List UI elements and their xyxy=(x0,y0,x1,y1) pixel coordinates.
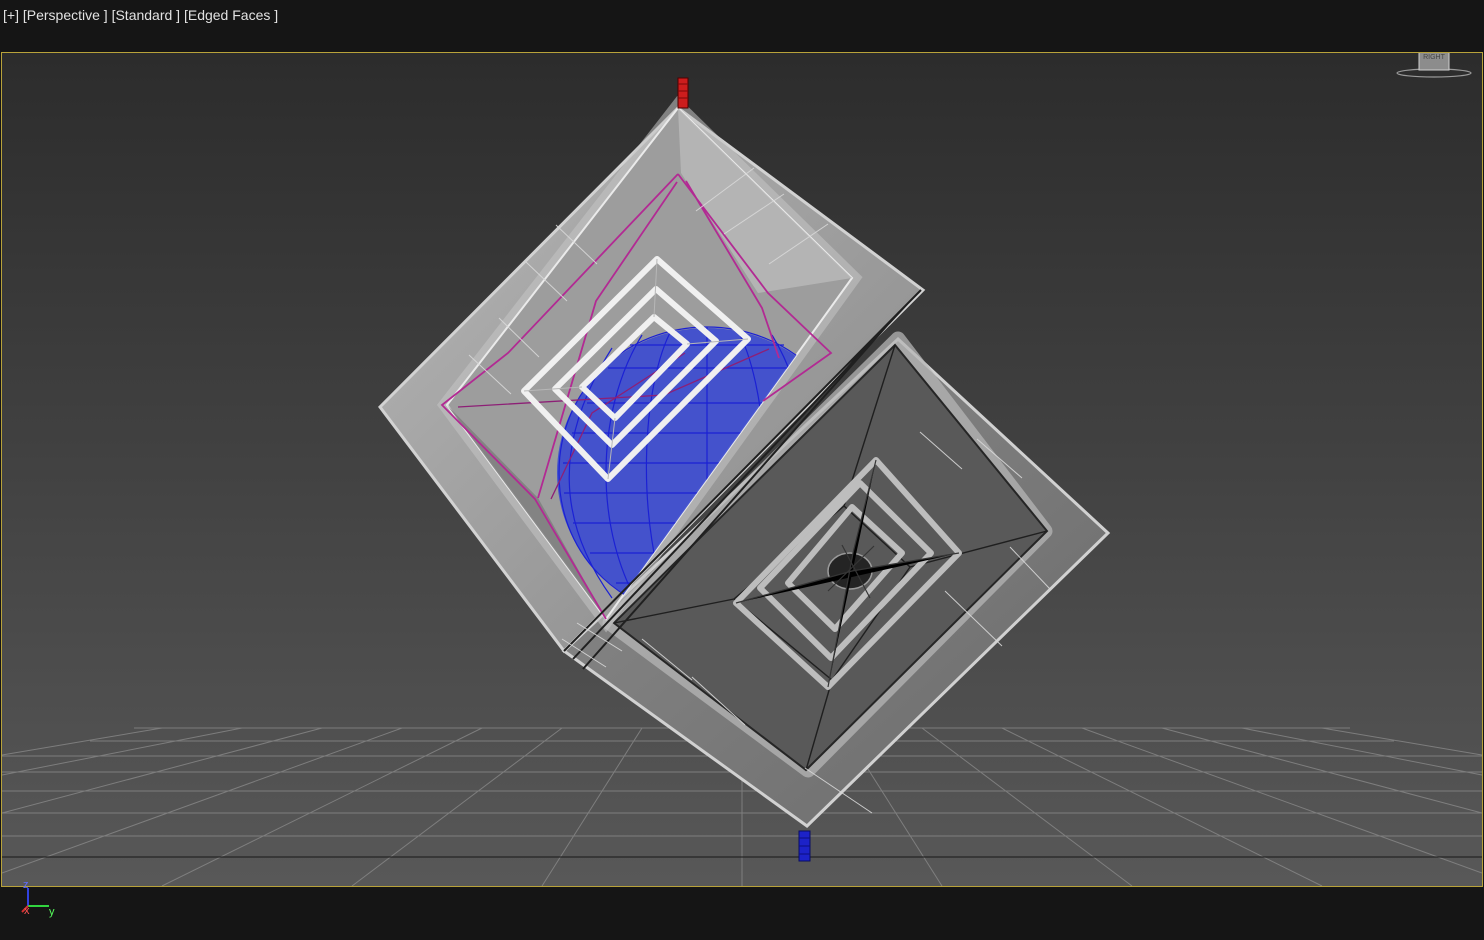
world-axis-tripod: z x y xyxy=(18,878,68,924)
viewcube-face-label: RIGHT xyxy=(1423,54,1446,61)
perspective-viewport[interactable]: RIGHT xyxy=(1,52,1483,887)
viewport-shading-preset-menu[interactable]: [Standard ] xyxy=(112,5,181,25)
z-axis-label: z xyxy=(23,879,29,891)
viewcube-icon[interactable]: RIGHT xyxy=(1392,52,1476,79)
viewport-point-of-view-menu[interactable]: [Perspective ] xyxy=(23,5,108,25)
viewcube[interactable]: RIGHT xyxy=(1392,52,1476,79)
viewport-general-menu[interactable]: [+] xyxy=(3,5,19,25)
scene-canvas[interactable] xyxy=(2,53,1482,886)
x-axis-label: x xyxy=(24,905,30,917)
viewport-display-mode-menu[interactable]: [Edged Faces ] xyxy=(184,5,278,25)
viewport-label-menu: [+] [Perspective ] [Standard ] [Edged Fa… xyxy=(3,5,278,25)
y-axis-label: y xyxy=(49,906,55,918)
3d-application-window: [+] [Perspective ] [Standard ] [Edged Fa… xyxy=(0,0,1484,940)
z-axis-handle-top[interactable] xyxy=(677,77,689,109)
